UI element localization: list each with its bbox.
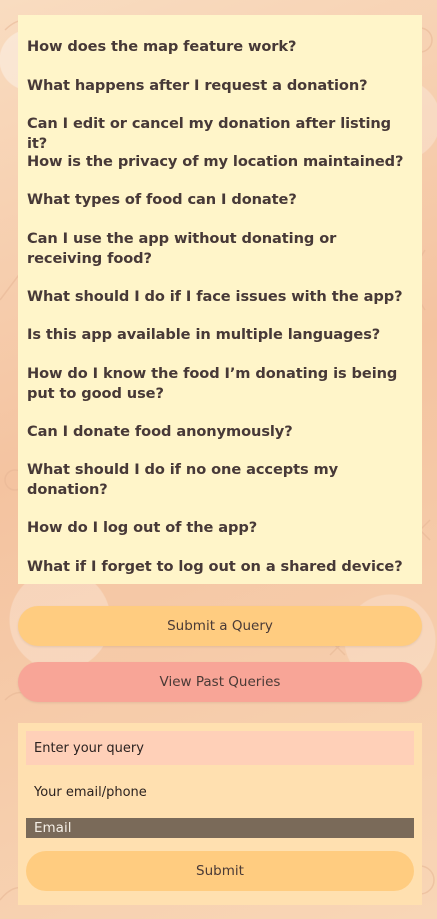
faq-item[interactable]: What should I do if no one accepts my do… (27, 460, 413, 500)
faq-item[interactable]: What should I do if I face issues with t… (27, 287, 413, 307)
faq-item[interactable]: How is the privacy of my location mainta… (27, 152, 413, 172)
faq-item[interactable]: What happens after I request a donation? (27, 76, 413, 96)
email-field[interactable]: Email (26, 818, 414, 838)
faq-item[interactable]: Is this app available in multiple langua… (27, 325, 413, 345)
faq-item[interactable]: How does the map feature work? (27, 37, 413, 57)
view-past-queries-button[interactable]: View Past Queries (18, 662, 422, 702)
faq-item[interactable]: Can I donate food anonymously? (27, 422, 413, 442)
faq-item[interactable]: What types of food can I donate? (27, 190, 413, 210)
faq-item[interactable]: How do I know the food I’m donating is b… (27, 364, 413, 404)
faq-item[interactable]: How do I log out of the app? (27, 518, 413, 538)
query-input[interactable]: Enter your query (26, 731, 414, 765)
faq-list: How does the map feature work? What happ… (18, 15, 422, 584)
faq-item[interactable]: Can I use the app without donating or re… (27, 229, 413, 269)
contact-input[interactable]: Your email/phone (26, 775, 414, 809)
faq-item[interactable]: Can I edit or cancel my donation after l… (27, 114, 413, 154)
query-form: Enter your query Your email/phone Email … (18, 723, 422, 905)
submit-button[interactable]: Submit (26, 851, 414, 891)
faq-item[interactable]: What if I forget to log out on a shared … (27, 557, 413, 577)
submit-query-button[interactable]: Submit a Query (18, 606, 422, 646)
